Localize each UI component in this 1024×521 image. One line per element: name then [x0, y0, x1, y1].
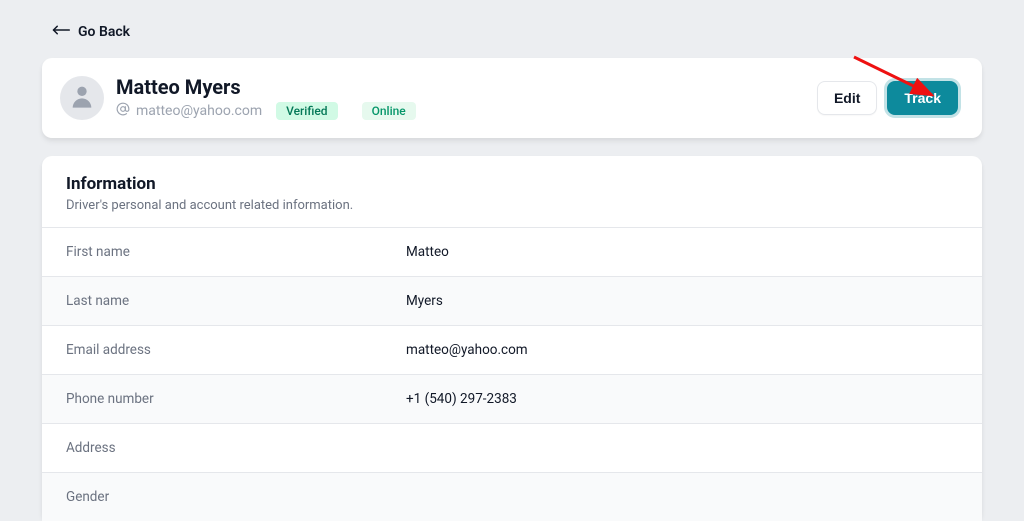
info-value: matteo@yahoo.com	[406, 342, 528, 358]
info-row: Last name Myers	[42, 276, 982, 325]
email-display: matteo@yahoo.com	[116, 102, 262, 120]
information-card: Information Driver's personal and accoun…	[42, 156, 982, 521]
online-badge: Online	[362, 102, 416, 120]
go-back-label: Go Back	[78, 24, 130, 40]
info-row: Phone number +1 (540) 297-2383	[42, 374, 982, 423]
email-text: matteo@yahoo.com	[136, 103, 262, 119]
at-sign-icon	[116, 102, 130, 120]
track-button[interactable]: Track	[887, 81, 958, 115]
section-description: Driver's personal and account related in…	[66, 198, 958, 213]
arrow-left-icon	[52, 24, 70, 40]
info-label: Address	[66, 440, 406, 456]
info-value: +1 (540) 297-2383	[406, 391, 517, 407]
verified-badge: Verified	[276, 102, 337, 120]
person-icon	[68, 82, 96, 114]
avatar	[60, 76, 104, 120]
go-back-link[interactable]: Go Back	[42, 0, 130, 58]
identity-block: Matteo Myers matteo@yahoo.com Verified O…	[116, 76, 416, 120]
edit-button[interactable]: Edit	[817, 81, 877, 115]
info-row: Address	[42, 423, 982, 472]
info-label: Email address	[66, 342, 406, 358]
profile-header-card: Matteo Myers matteo@yahoo.com Verified O…	[42, 58, 982, 138]
driver-name: Matteo Myers	[116, 76, 416, 98]
info-value: Matteo	[406, 244, 449, 260]
info-label: First name	[66, 244, 406, 260]
info-label: Last name	[66, 293, 406, 309]
info-label: Phone number	[66, 391, 406, 407]
info-row: First name Matteo	[42, 227, 982, 276]
info-row: Email address matteo@yahoo.com	[42, 325, 982, 374]
info-row: Gender	[42, 472, 982, 521]
info-label: Gender	[66, 489, 406, 505]
section-title: Information	[66, 174, 958, 194]
info-value: Myers	[406, 293, 443, 309]
